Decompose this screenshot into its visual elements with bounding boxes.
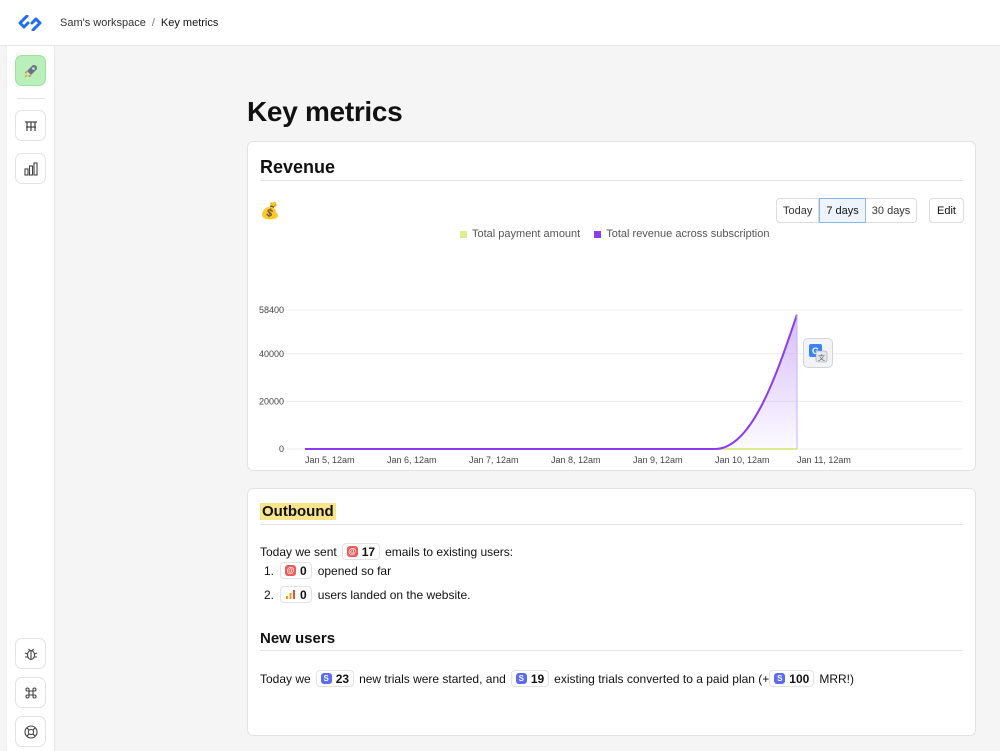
range-selector: Today 7 days 30 days <box>776 198 918 223</box>
email-icon: @ <box>346 546 358 557</box>
translate-glyph: G 文 <box>809 344 828 363</box>
y-tick-label: 20000 <box>259 396 284 406</box>
sent-prefix: Today we sent <box>260 544 337 559</box>
converted-pill[interactable]: S 19 <box>510 670 550 687</box>
new-users-title: New users <box>260 630 336 647</box>
opened-count: 0 <box>300 563 307 578</box>
revenue-divider <box>260 180 963 181</box>
range-option[interactable]: 30 days <box>865 198 918 223</box>
bar-chart-icon <box>23 161 38 176</box>
list-label: users landed on the website. <box>317 587 471 602</box>
stripe-icon: S <box>774 673 786 684</box>
logo-icon <box>18 14 42 31</box>
list-number: 2. <box>264 587 275 602</box>
list-item: 2. 0 users landed on the website. <box>264 586 470 603</box>
sidebar <box>6 46 55 751</box>
sent-suffix: emails to existing users: <box>385 544 514 559</box>
legend-swatch <box>594 230 602 238</box>
new-users-p4: MRR!) <box>819 671 854 686</box>
outbound-divider <box>260 524 963 525</box>
x-tick-label: Jan 8, 12am <box>551 455 601 465</box>
page-title: Key metrics <box>247 96 403 127</box>
mrr-value: 100 <box>789 671 810 686</box>
bug-icon <box>24 648 37 660</box>
x-tick-label: Jan 6, 12am <box>387 455 437 465</box>
outbound-card: Outbound Today we sent @ 17 emails to ex… <box>247 488 976 736</box>
org-chart-icon <box>24 120 37 131</box>
rocket-icon <box>23 64 37 78</box>
legend-item[interactable]: Total payment amount <box>460 228 580 240</box>
emails-sent-line: Today we sent @ 17 emails to existing us… <box>260 543 513 560</box>
breadcrumb-workspace[interactable]: Sam's workspace <box>60 17 146 29</box>
new-users-p2: new trials were started, and <box>359 671 506 686</box>
sent-count-pill[interactable]: @ 17 <box>341 543 381 560</box>
landed-pill[interactable]: 0 <box>280 586 312 603</box>
revenue-card: Revenue 💰 Today 7 days 30 days Edit Total … <box>247 141 976 471</box>
sidebar-item-shortcuts[interactable] <box>15 677 46 708</box>
new-users-p1: Today we <box>260 671 311 686</box>
outbound-title-text: Outbound <box>260 503 336 520</box>
sidebar-item-launch[interactable] <box>15 55 46 86</box>
x-tick-label: Jan 7, 12am <box>469 455 519 465</box>
x-tick-label: Jan 11, 12am <box>797 455 851 465</box>
analytics-icon <box>286 590 296 599</box>
email-icon: @ <box>285 565 297 576</box>
outbound-title: Outbound <box>260 503 336 520</box>
trials-count: 23 <box>335 671 350 686</box>
sidebar-item-hierarchy[interactable] <box>15 110 46 141</box>
revenue-chart: 0 20000 40000 58400 Jan 5, 12am Jan 6, 12am Ja… <box>259 305 963 465</box>
legend-label: Total payment amount <box>472 228 581 240</box>
list-item: 1. @ 0 opened so far <box>264 562 391 579</box>
main-content: Key metrics Revenue 💰 Today 7 days 30 days… <box>55 46 1000 751</box>
y-tick-label: 40000 <box>259 349 284 359</box>
x-tick-label: Jan 10, 12am <box>715 455 770 465</box>
y-tick-label: 58400 <box>259 305 284 315</box>
command-icon <box>24 686 37 699</box>
legend-item[interactable]: Total revenue across subscription <box>594 228 769 240</box>
new-users-divider <box>260 650 963 651</box>
svg-text:文: 文 <box>818 353 825 362</box>
edit-button[interactable]: Edit <box>929 198 964 223</box>
list-label: opened so far <box>317 563 392 578</box>
sidebar-item-help[interactable] <box>15 716 46 747</box>
range-option[interactable]: Today <box>776 198 820 223</box>
mrr-pill[interactable]: S 100 <box>769 670 815 687</box>
legend-swatch <box>460 230 467 238</box>
landed-count: 0 <box>300 587 307 602</box>
app-logo[interactable] <box>0 0 60 46</box>
opened-pill[interactable]: @ 0 <box>280 562 312 579</box>
converted-count: 19 <box>530 671 545 686</box>
chart-legend: Total payment amount Total revenue across… <box>460 228 769 240</box>
breadcrumb: Sam's workspace / Key metrics <box>60 17 218 29</box>
stripe-icon: S <box>515 673 527 684</box>
x-tick-label: Jan 5, 12am <box>305 455 355 465</box>
translate-icon[interactable]: G 文 <box>803 338 833 368</box>
new-users-p3: existing trials converted to a paid plan… <box>554 671 770 686</box>
legend-label: Total revenue across subscription <box>606 228 770 240</box>
trials-pill[interactable]: S 23 <box>315 670 355 687</box>
series-area-revenue <box>305 314 797 449</box>
top-bar: Sam's workspace / Key metrics <box>0 0 1000 46</box>
range-option[interactable]: 7 days <box>819 198 866 223</box>
sidebar-item-analytics[interactable] <box>15 153 46 184</box>
sent-count: 17 <box>361 544 376 559</box>
sidebar-divider <box>17 98 45 99</box>
y-tick-label: 0 <box>279 444 284 454</box>
new-users-line: Today we S 23 new trials were started, a… <box>260 670 854 687</box>
list-number: 1. <box>264 563 275 578</box>
breadcrumb-current: Key metrics <box>160 16 219 29</box>
money-bag-icon: 💰 <box>260 203 280 220</box>
series-line-revenue <box>305 314 798 450</box>
lifebuoy-icon <box>23 724 38 739</box>
sidebar-item-debug[interactable] <box>15 638 46 669</box>
breadcrumb-separator: / <box>151 16 155 29</box>
stripe-icon: S <box>320 673 332 684</box>
x-tick-label: Jan 9, 12am <box>633 455 683 465</box>
revenue-title: Revenue <box>260 157 336 177</box>
